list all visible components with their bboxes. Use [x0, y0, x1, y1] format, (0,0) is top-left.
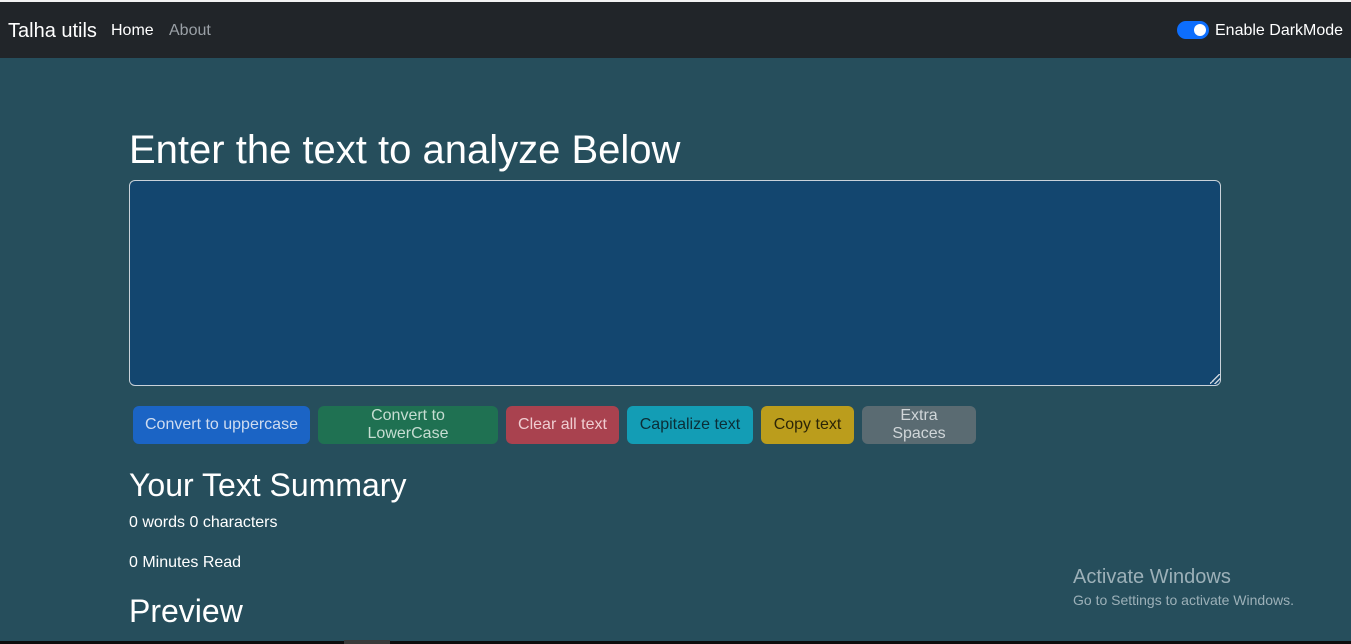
word-char-count: 0 words 0 characters	[129, 514, 278, 531]
copy-text-button[interactable]: Copy text	[761, 406, 854, 444]
summary-heading: Your Text Summary	[129, 467, 407, 503]
nav-link-about[interactable]: About	[169, 22, 211, 40]
nav-link-home[interactable]: Home	[111, 22, 154, 40]
activate-windows-title: Activate Windows	[1073, 566, 1231, 588]
navbar: Talha utils Home About Enable DarkMode	[0, 2, 1351, 58]
capitalize-button[interactable]: Capitalize text	[627, 406, 753, 444]
page-heading: Enter the text to analyze Below	[129, 128, 681, 172]
taskbar-indicator	[344, 640, 390, 644]
preview-heading: Preview	[129, 593, 243, 629]
text-input[interactable]	[129, 180, 1221, 386]
brand-link[interactable]: Talha utils	[8, 20, 97, 43]
clear-text-button[interactable]: Clear all text	[506, 406, 619, 444]
dark-mode-toggle[interactable]	[1177, 21, 1209, 39]
textarea-resize-handle[interactable]	[1210, 374, 1220, 384]
dark-mode-label[interactable]: Enable DarkMode	[1215, 22, 1343, 40]
lowercase-button[interactable]: Convert to LowerCase	[318, 406, 498, 444]
toggle-knob	[1194, 24, 1206, 36]
uppercase-button[interactable]: Convert to uppercase	[133, 406, 310, 444]
minutes-read: 0 Minutes Read	[129, 554, 242, 571]
activate-windows-subtitle: Go to Settings to activate Windows.	[1073, 592, 1294, 608]
extra-spaces-button[interactable]: Extra Spaces	[862, 406, 976, 444]
